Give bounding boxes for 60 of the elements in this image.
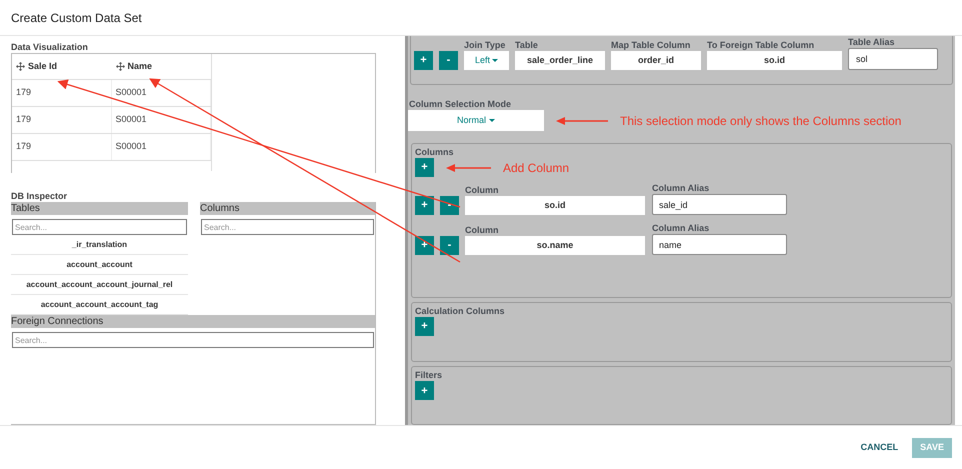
column-header[interactable]: Sale Id bbox=[12, 54, 112, 79]
field-label: Column bbox=[465, 185, 500, 196]
panel-header: Foreign Connections bbox=[11, 315, 375, 328]
square-button[interactable]: - bbox=[440, 236, 459, 255]
section-label: DB Inspector bbox=[11, 191, 68, 202]
caret-icon bbox=[489, 119, 495, 122]
cancel-button[interactable]: CANCEL bbox=[854, 438, 904, 458]
table-cell: 179 bbox=[12, 134, 112, 160]
table-list-item[interactable]: _ir_translation bbox=[11, 235, 188, 255]
dialog-title: Create Custom Data Set bbox=[11, 10, 142, 26]
search-field[interactable]: Search... bbox=[12, 219, 187, 235]
annotation-arrow bbox=[556, 116, 608, 126]
field-label: Column Alias bbox=[652, 183, 710, 194]
annotation-text: This selection mode only shows the Columns section bbox=[620, 112, 902, 130]
alias-input[interactable]: sol bbox=[848, 48, 938, 70]
move-icon bbox=[16, 62, 25, 71]
column-header[interactable]: Name bbox=[112, 54, 211, 79]
section-title: Filters bbox=[415, 369, 444, 382]
field-label: Table Alias bbox=[848, 37, 896, 48]
annotation-text: Add Column bbox=[503, 160, 570, 176]
section-title: Calculation Columns bbox=[415, 304, 506, 317]
value-field[interactable]: order_id bbox=[611, 51, 701, 70]
column-field[interactable]: so.name bbox=[465, 236, 645, 255]
alias-input[interactable]: name bbox=[652, 234, 787, 255]
section-title: Columns bbox=[415, 146, 455, 158]
square-button[interactable]: - bbox=[440, 196, 459, 215]
field-label: Table bbox=[515, 40, 539, 51]
field-label: Join Type bbox=[464, 40, 506, 51]
table-list-item[interactable]: account_account_account_journal_rel bbox=[11, 275, 188, 295]
value-field[interactable]: sale_order_line bbox=[515, 51, 605, 70]
search-field[interactable]: Search... bbox=[201, 219, 374, 235]
table-cell: 179 bbox=[12, 107, 112, 133]
section-label: Data Visualization bbox=[11, 42, 89, 53]
table-cell: S00001 bbox=[112, 107, 211, 133]
field-label: Column bbox=[465, 225, 500, 236]
search-field[interactable]: Search... bbox=[12, 332, 374, 348]
value-field[interactable]: so.id bbox=[707, 51, 842, 70]
alias-input[interactable]: sale_id bbox=[652, 194, 787, 215]
square-button[interactable]: + bbox=[415, 196, 434, 215]
table-list-item[interactable]: account_account bbox=[11, 255, 188, 275]
panel-header: Columns bbox=[200, 202, 375, 215]
field-label: To Foreign Table Column bbox=[707, 40, 816, 51]
panel-header: Tables bbox=[11, 202, 188, 215]
square-button[interactable]: + bbox=[415, 236, 434, 255]
field-label: Map Table Column bbox=[611, 40, 692, 51]
join-type-dropdown[interactable]: Left bbox=[464, 51, 509, 70]
square-button[interactable]: - bbox=[439, 51, 458, 70]
table-cell: S00001 bbox=[112, 80, 211, 106]
field-label: Column Alias bbox=[652, 223, 710, 234]
square-button[interactable]: + bbox=[414, 51, 433, 70]
caret-icon bbox=[492, 59, 498, 62]
move-icon bbox=[116, 62, 124, 71]
square-button[interactable]: + bbox=[415, 316, 434, 336]
column-field[interactable]: so.id bbox=[465, 196, 645, 215]
square-button[interactable]: + bbox=[415, 381, 434, 400]
mode-dropdown[interactable]: Normal bbox=[408, 110, 544, 131]
field-label: Column Selection Mode bbox=[409, 99, 512, 110]
square-button[interactable]: + bbox=[415, 158, 434, 177]
table-cell: S00001 bbox=[112, 134, 211, 160]
table-cell: 179 bbox=[12, 80, 112, 106]
